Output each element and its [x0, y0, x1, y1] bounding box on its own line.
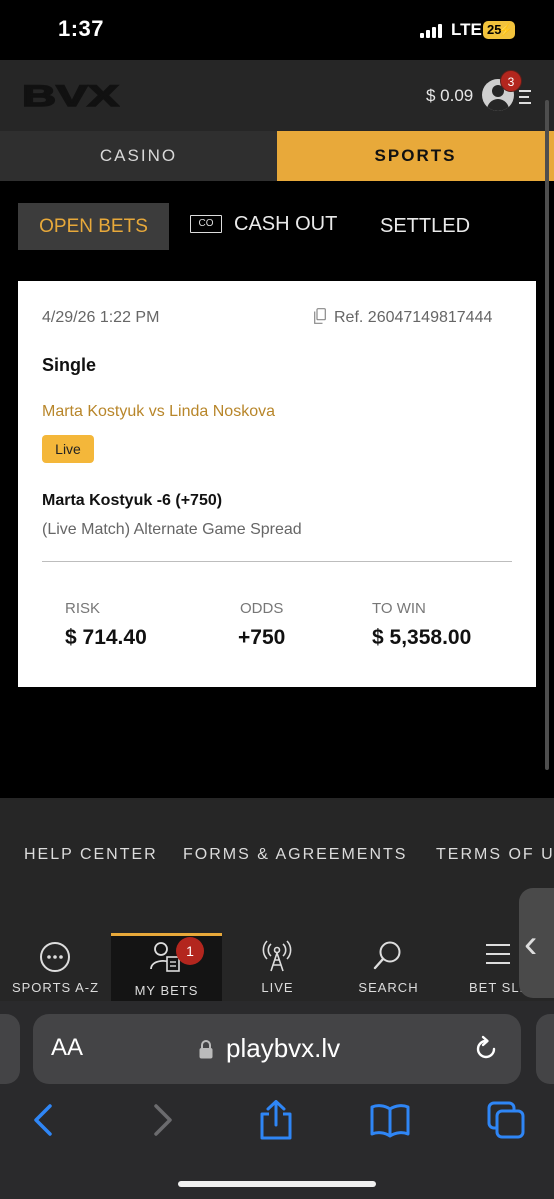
tabs-icon[interactable]	[486, 1100, 526, 1140]
next-tab-preview[interactable]	[536, 1014, 554, 1084]
odds-label: ODDS	[240, 600, 284, 617]
tab-casino[interactable]: CASINO	[0, 131, 277, 181]
bet-date: 4/29/26 1:22 PM	[42, 309, 160, 326]
footer-link-terms[interactable]: TERMS OF U	[436, 846, 554, 864]
cash-out-icon: CO	[190, 215, 222, 233]
bvx-logo[interactable]: BVX	[22, 80, 120, 110]
tab-open-bets[interactable]: OPEN BETS	[18, 203, 169, 250]
tab-sports[interactable]: SPORTS	[277, 131, 554, 181]
search-icon	[373, 941, 401, 970]
match-name[interactable]: Marta Kostyuk vs Linda Noskova	[42, 403, 275, 421]
battery-icon: 25 ⚡	[483, 21, 515, 39]
copy-icon[interactable]	[314, 308, 326, 324]
ellipsis-circle-icon	[40, 942, 70, 972]
back-icon[interactable]	[24, 1100, 64, 1140]
risk-label: RISK	[65, 600, 101, 617]
menu-icon[interactable]	[519, 90, 531, 104]
nav-search[interactable]: SEARCH	[333, 933, 444, 1001]
footer-link-forms-agreements[interactable]: FORMS & AGREEMENTS	[183, 846, 407, 864]
nav-label: SEARCH	[358, 980, 419, 995]
tab-settled[interactable]: SETTLED	[380, 215, 470, 238]
logo-text: BVX	[22, 80, 119, 110]
forward-icon[interactable]	[142, 1100, 182, 1140]
reload-icon[interactable]	[472, 1035, 500, 1063]
site-footer	[0, 798, 554, 933]
bet-card: 4/29/26 1:22 PM Ref. 26047149817444 Sing…	[18, 281, 536, 687]
risk-value: $ 714.40	[65, 626, 147, 649]
nav-label: SPORTS A-Z	[11, 980, 100, 995]
live-badge: Live	[42, 435, 94, 463]
url-text[interactable]: playbvx.lv	[226, 1033, 340, 1064]
bet-reference: Ref. 26047149817444	[334, 309, 493, 326]
footer-link-help-center[interactable]: HELP CENTER	[24, 846, 158, 864]
odds-value: +750	[238, 626, 286, 649]
status-time: 1:37	[58, 16, 105, 41]
home-indicator	[178, 1181, 376, 1187]
network-label: LTE	[451, 20, 482, 39]
tab-cash-out[interactable]: CASH OUT	[234, 213, 337, 236]
account-balance[interactable]: $ 0.09	[426, 86, 473, 106]
nav-label: LIVE	[261, 980, 294, 995]
chevron-left-icon[interactable]: ‹	[524, 922, 537, 967]
to-win-value: $ 5,358.00	[372, 626, 472, 649]
broadcast-tower-icon	[262, 940, 292, 972]
to-win-label: TO WIN	[372, 600, 426, 617]
lock-icon	[199, 1040, 213, 1059]
nav-live[interactable]: LIVE	[222, 933, 333, 1001]
nav-my-bets[interactable]: MY BETS	[111, 933, 222, 1001]
page-scrollbar[interactable]	[545, 100, 549, 770]
text-size-button[interactable]: AA	[51, 1034, 83, 1062]
my-bets-badge: 1	[176, 937, 204, 965]
card-divider	[42, 561, 512, 562]
notification-badge: 3	[500, 70, 522, 92]
bookmarks-icon[interactable]	[370, 1100, 410, 1140]
signal-icon	[420, 24, 446, 38]
bet-selection: Marta Kostyuk -6 (+750)	[42, 492, 223, 509]
previous-tab-preview[interactable]	[0, 1014, 20, 1084]
bet-type: Single	[42, 355, 97, 375]
bet-market: (Live Match) Alternate Game Spread	[42, 521, 302, 538]
nav-sports-a-z[interactable]: SPORTS A-Z	[0, 933, 111, 1001]
share-icon[interactable]	[256, 1100, 296, 1140]
bet-slip-icon	[486, 944, 510, 964]
nav-label: MY BETS	[134, 983, 199, 998]
